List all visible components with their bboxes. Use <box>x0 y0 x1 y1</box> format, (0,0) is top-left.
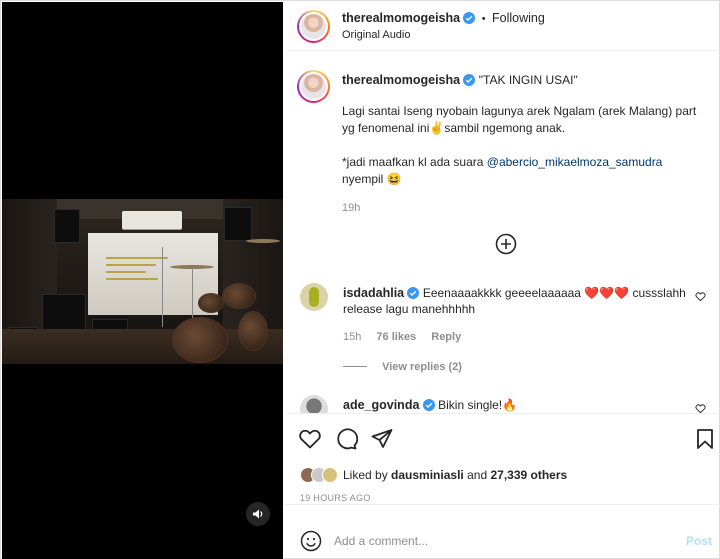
liked-by-and: and <box>467 468 488 482</box>
liked-by-count[interactable]: 27,339 others <box>490 468 567 482</box>
comment-text: Bikin single! <box>438 398 503 412</box>
comment-hearts: ❤️❤️❤️ <box>584 286 630 300</box>
add-circle-icon[interactable] <box>495 233 517 255</box>
caption-line2: *jadi maafkan kl ada suara <box>342 155 484 169</box>
heart-icon[interactable] <box>695 403 706 414</box>
heart-icon[interactable] <box>695 291 706 302</box>
save-icon[interactable] <box>693 427 717 451</box>
liked-by-user[interactable]: dausminiasli <box>391 468 464 482</box>
reply-button[interactable]: Reply <box>431 331 461 343</box>
view-replies-button[interactable]: View replies (2) <box>382 361 462 373</box>
media-panel[interactable] <box>2 2 283 559</box>
caption-line1b: sambil ngemong anak. <box>444 121 566 135</box>
caption-mention[interactable]: @abercio_mikaelmoza_samudra <box>487 155 663 169</box>
comment-item: ade_govinda Bikin single!🔥 <box>300 395 710 414</box>
share-icon[interactable] <box>370 427 394 451</box>
post-header: therealmomogeisha • Following Original A… <box>284 2 720 51</box>
caption-time[interactable]: 19h <box>342 200 702 217</box>
post-button[interactable]: Post <box>686 534 712 548</box>
comment-username[interactable]: isdadahlia <box>343 286 404 300</box>
studio-room <box>2 199 283 364</box>
action-bar: Liked by dausminiasli and 27,339 others … <box>284 415 720 505</box>
comment-input[interactable]: Add a comment... <box>334 534 428 548</box>
verified-icon <box>463 74 476 86</box>
avatar[interactable] <box>300 395 328 413</box>
avatar[interactable] <box>297 70 330 103</box>
post-modal: therealmomogeisha • Following Original A… <box>0 0 720 559</box>
sound-toggle-button[interactable] <box>246 502 270 526</box>
caption-line2b: nyempil <box>342 172 384 186</box>
post-timestamp[interactable]: 19 HOURS AGO <box>300 493 371 503</box>
likes-summary: Liked by dausminiasli and 27,339 others <box>300 465 567 485</box>
comment-icon[interactable] <box>334 427 358 451</box>
avatar[interactable] <box>297 10 330 43</box>
comment-username[interactable]: ade_govinda <box>343 398 419 412</box>
caption-emoji: ✌️ <box>429 121 445 135</box>
air-conditioner <box>122 211 182 229</box>
caption-username[interactable]: therealmomogeisha <box>342 73 460 87</box>
header-bullet: • <box>481 13 486 25</box>
video-frame[interactable] <box>2 199 283 364</box>
sound-icon <box>253 509 263 519</box>
caption: therealmomogeisha "TAK INGIN USAI" Lagi … <box>342 72 702 217</box>
verified-icon <box>422 399 435 411</box>
comment-likes[interactable]: 76 likes <box>376 331 416 343</box>
avatar[interactable] <box>322 467 338 483</box>
verified-icon <box>463 12 476 24</box>
comment-item: isdadahlia Eeenaaaakkkk geeeelaaaaaa ❤️❤… <box>300 283 710 383</box>
caption-title: "TAK INGIN USAI" <box>478 73 578 87</box>
details-panel: therealmomogeisha • Following Original A… <box>284 2 720 559</box>
comment-emoji: 🔥 <box>502 398 518 412</box>
avatar[interactable] <box>300 283 328 311</box>
comment-time[interactable]: 15h <box>343 331 361 343</box>
header-username[interactable]: therealmomogeisha <box>342 11 460 25</box>
audio-label[interactable]: Original Audio <box>342 29 411 41</box>
add-comment-bar: Add a comment... Post <box>284 523 720 559</box>
following-button[interactable]: Following <box>492 11 545 25</box>
verified-icon <box>407 287 420 299</box>
liked-by-label: Liked by <box>343 468 388 482</box>
comment-text: Eeenaaaakkkk geeeelaaaaaa <box>422 286 581 300</box>
heart-icon[interactable] <box>298 427 322 451</box>
comments-section[interactable]: therealmomogeisha "TAK INGIN USAI" Lagi … <box>284 52 720 414</box>
emoji-icon[interactable] <box>300 530 322 552</box>
caption-emoji: 😆 <box>386 172 402 186</box>
